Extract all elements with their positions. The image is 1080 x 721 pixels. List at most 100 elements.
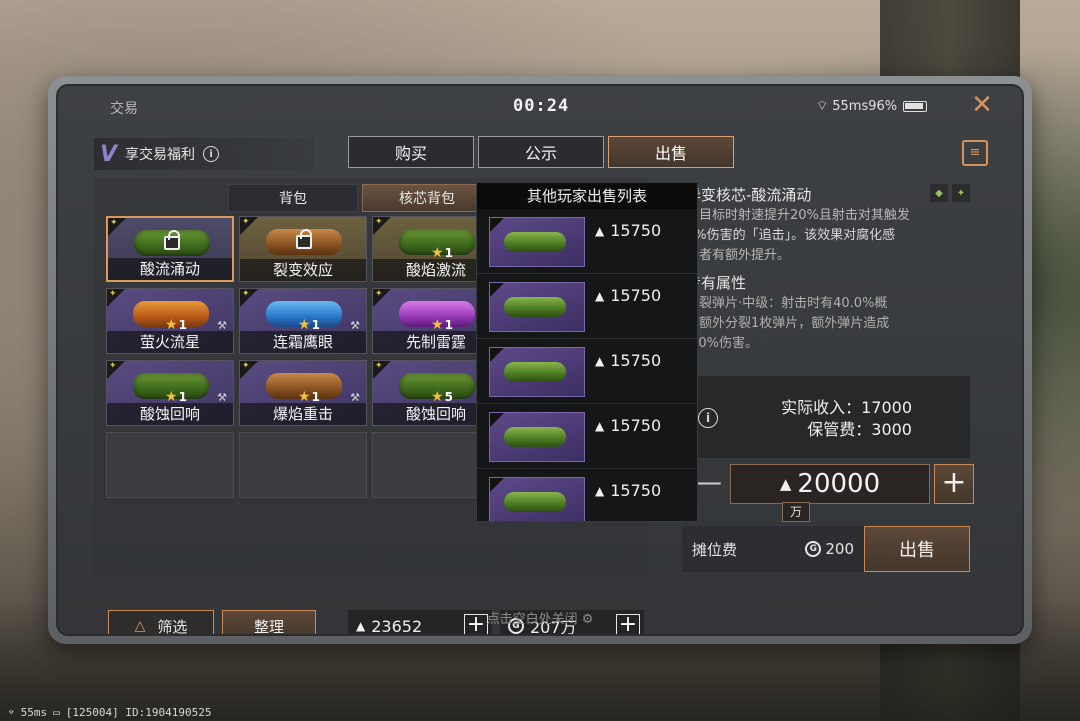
- tab-core-backpack[interactable]: 核芯背包: [362, 184, 492, 212]
- listing-thumbnail: [489, 217, 585, 267]
- rarity-corner: [490, 478, 504, 492]
- item-name: 连霜鹰眼: [240, 331, 366, 353]
- core-icon: [504, 297, 566, 317]
- increase-price-button[interactable]: +: [934, 464, 974, 504]
- tab-backpack[interactable]: 背包: [228, 184, 358, 212]
- weapon-type-icon: ✦: [952, 184, 970, 202]
- item-count: 1: [444, 246, 453, 260]
- tab-sell[interactable]: 出售: [608, 136, 734, 168]
- stall-fee-amount: 200: [825, 540, 854, 558]
- listing-price-value: 15750: [610, 416, 662, 435]
- income-box: i 实际收入：17000 保管费：3000: [682, 376, 970, 458]
- listing-price: ▲ 15750: [595, 481, 661, 500]
- listing-item[interactable]: ▲ 15750: [477, 209, 697, 274]
- type-icon: ✦: [109, 289, 117, 299]
- wifi-icon: ⌔: [8, 706, 15, 719]
- type-icon: ✦: [375, 361, 383, 371]
- inventory-item[interactable]: ✦ ★ 1 ⚒ 酸蚀回响: [106, 360, 234, 426]
- vip-label: 享交易福利: [125, 147, 196, 163]
- rarity-corner: [490, 218, 504, 232]
- desc-line: 0%伤害的「追击」。该效果对腐化感: [686, 228, 896, 243]
- stall-fee-value: G 200: [805, 540, 854, 558]
- listing-list[interactable]: ▲ 15750 ▲ 15750 ▲ 15750 ▲ 15750 ▲ 15750: [477, 209, 697, 521]
- stall-fee: 摊位费 G 200: [682, 526, 864, 572]
- vip-logo-icon: V: [100, 141, 118, 167]
- tab-buy[interactable]: 购买: [348, 136, 474, 168]
- wifi-icon: ⌔: [816, 99, 829, 114]
- coin-icon: G: [805, 541, 822, 557]
- info-icon[interactable]: i: [203, 146, 220, 162]
- inventory-item[interactable]: ✦ 裂变效应: [239, 216, 367, 282]
- item-count: 5: [444, 390, 453, 404]
- listing-price: ▲ 15750: [595, 221, 661, 240]
- empty-slot: [106, 432, 234, 498]
- inventory-item[interactable]: ✦ ★ 1 ⚒ 连霜鹰眼: [239, 288, 367, 354]
- item-name: 裂变效应: [240, 259, 366, 281]
- item-name: 酸流涌动: [108, 258, 232, 280]
- vip-banner[interactable]: V 享交易福利 i: [94, 138, 314, 170]
- price-unit: 万: [782, 502, 810, 522]
- inventory-grid: ✦ 酸流涌动 ✦ 裂变效应 ✦ ★ 1 酸焰激流 ✦ ★ 1 ⚒ 萤火流星 ✦ …: [106, 216, 500, 498]
- core-title: 异变核芯-酸流涌动: [686, 186, 812, 204]
- clipboard-icon[interactable]: ≡: [962, 140, 988, 166]
- item-name: 爆焰重击: [240, 403, 366, 425]
- listing-item[interactable]: ▲ 15750: [477, 469, 697, 521]
- server-id: [125004] ID:1904190525: [65, 706, 212, 719]
- rarity-corner: [490, 283, 504, 297]
- element-icon: ◆: [930, 184, 948, 202]
- empty-slot: [239, 432, 367, 498]
- battery-icon: [903, 100, 928, 112]
- network-status: ⌔ 55ms96%: [816, 98, 928, 114]
- type-icon: ✦: [109, 361, 117, 371]
- stall-fee-label: 摊位费: [692, 540, 738, 559]
- inventory-item[interactable]: ✦ ★ 1 ⚒ 爆焰重击: [239, 360, 367, 426]
- listing-thumbnail: [489, 282, 585, 332]
- listing-item[interactable]: ▲ 15750: [477, 339, 697, 404]
- inventory-item[interactable]: ✦ ★ 1 ⚒ 萤火流星: [106, 288, 234, 354]
- actual-income: 实际收入：17000: [781, 398, 912, 417]
- gear-icon: ⚙: [581, 612, 594, 627]
- item-name: 酸蚀回响: [107, 403, 233, 425]
- close-icon[interactable]: ✕: [968, 92, 996, 120]
- listing-price-value: 15750: [610, 221, 662, 240]
- gold-bar-icon: ▲: [595, 223, 605, 238]
- app-title: 交易: [110, 101, 138, 117]
- core-description: 中目标时射速提升20%且射击对其触发 0%伤害的「追击」。该效果对腐化感 染者有…: [686, 206, 966, 266]
- gold-bar-icon: ▲: [595, 353, 605, 368]
- inventory-item[interactable]: ✦ 酸流涌动: [106, 216, 234, 282]
- attribute-description: 分裂弹片·中级：射击时有40.0%概 率额外分裂1枚弹片，额外弹片造成 0.0%…: [686, 294, 966, 354]
- popup-title: 其他玩家出售列表: [477, 183, 697, 209]
- listing-item[interactable]: ▲ 15750: [477, 274, 697, 339]
- item-count: 1: [311, 390, 320, 404]
- core-icon: [504, 362, 566, 382]
- tab-announce[interactable]: 公示: [478, 136, 604, 168]
- type-icon: ✦: [110, 218, 118, 228]
- lock-icon: [296, 229, 312, 249]
- item-count: 1: [178, 390, 187, 404]
- income-info-icon[interactable]: i: [698, 408, 718, 428]
- listing-price-value: 15750: [610, 351, 662, 370]
- listing-thumbnail: [489, 412, 585, 462]
- listing-price: ▲ 15750: [595, 351, 661, 370]
- listing-price: ▲ 15750: [595, 416, 661, 435]
- listing-price-value: 15750: [610, 481, 662, 500]
- item-name: 萤火流星: [107, 331, 233, 353]
- lock-icon: [164, 230, 180, 250]
- listing-price-value: 15750: [610, 286, 662, 305]
- listing-item[interactable]: ▲ 15750: [477, 404, 697, 469]
- battery-icon: ▭: [53, 706, 60, 719]
- sell-button[interactable]: 出售: [864, 526, 970, 572]
- price-stepper: — ▲ 20000 +: [688, 464, 974, 504]
- listing-thumbnail: [489, 347, 585, 397]
- core-icon: [504, 427, 566, 447]
- item-count: 1: [178, 318, 187, 332]
- type-icon: ✦: [242, 289, 250, 299]
- type-icon: ✦: [375, 289, 383, 299]
- ping-text: 55ms: [20, 706, 48, 719]
- gold-bar-icon: ▲: [595, 483, 605, 498]
- close-hint-text: 点击空白处关闭: [486, 612, 578, 627]
- desc-line: 中目标时射速提升20%且射击对其触发: [686, 208, 910, 223]
- trade-screen: 交易 00:24 ⌔ 55ms96% ✕ V 享交易福利 i 购买 公示 出售 …: [56, 84, 1024, 636]
- close-hint[interactable]: 点击空白处关闭 ⚙: [58, 608, 1022, 627]
- price-input[interactable]: ▲ 20000: [730, 464, 930, 504]
